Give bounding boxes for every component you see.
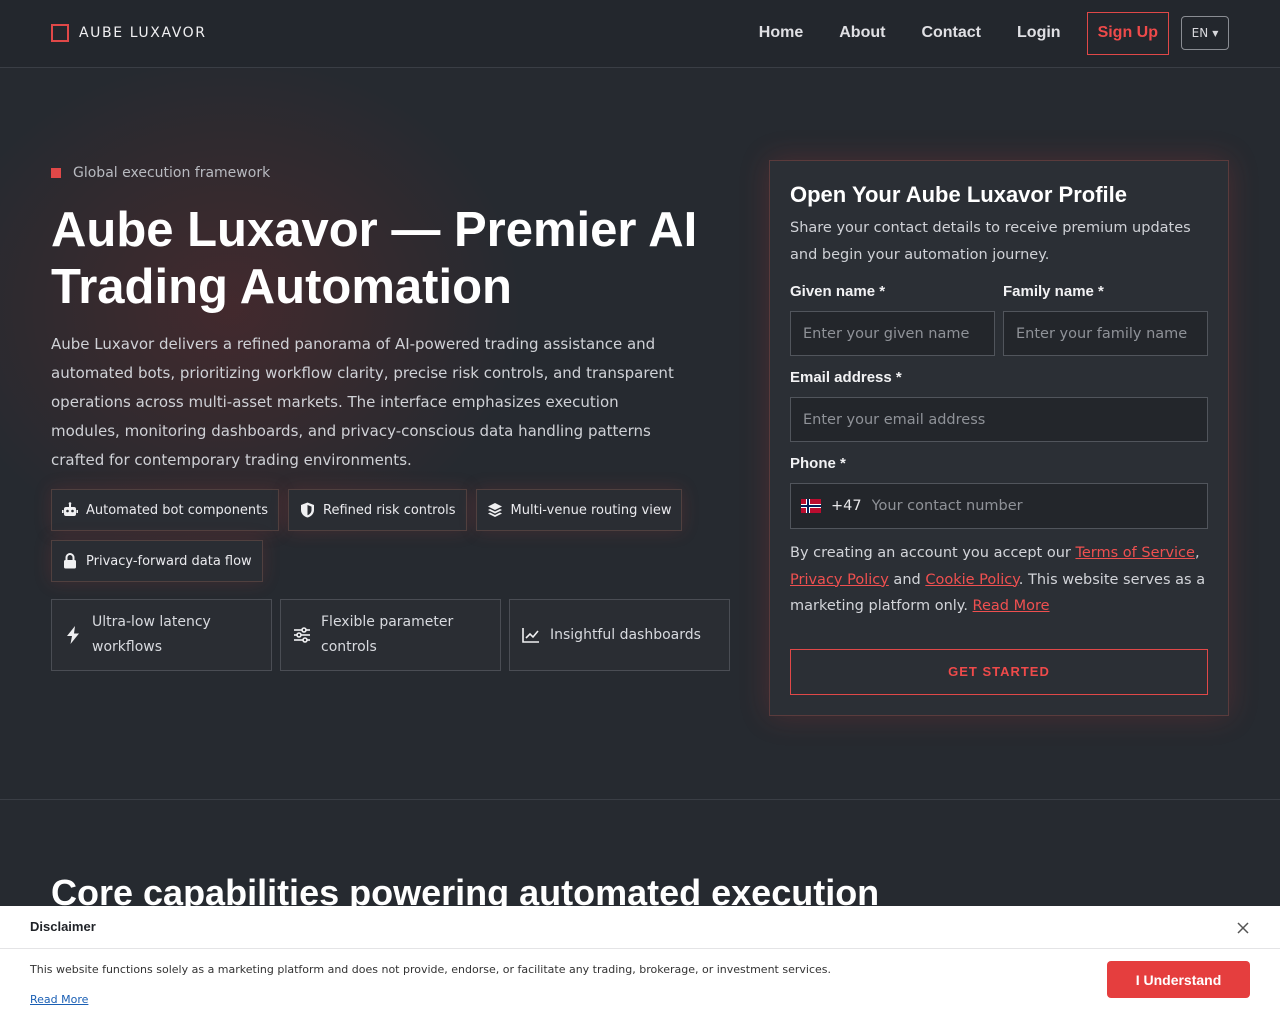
feature-parameters: Flexible parameter controls [280, 599, 501, 671]
hero-description: Aube Luxavor delivers a refined panorama… [51, 335, 674, 469]
disclaimer-title: Disclaimer [30, 919, 96, 934]
language-selector[interactable]: EN ▼ [1181, 16, 1229, 50]
feature-latency: Ultra-low latency workflows [51, 599, 272, 671]
name-row: Given name * Family name * [790, 283, 1208, 356]
given-name-label: Given name * [790, 283, 886, 300]
chip-risk-controls: Refined risk controls [288, 489, 467, 531]
nav-contact[interactable]: Contact [921, 24, 981, 42]
phone-field: +47 [790, 483, 1208, 529]
chip-label: Multi-venue routing view [510, 502, 672, 518]
form-subtitle: Share your contact details to receive pr… [790, 220, 1191, 263]
main-nav: Home About Contact Login Sign Up EN ▼ [759, 11, 1229, 55]
lightning-icon [64, 626, 82, 644]
privacy-link[interactable]: Privacy Policy [790, 572, 889, 588]
feature-label: Flexible parameter controls [321, 614, 454, 655]
chip-privacy: Privacy-forward data flow [51, 540, 263, 582]
given-name-input[interactable] [790, 311, 995, 356]
phone-group: Phone * +47 [790, 455, 1208, 529]
hero-title: Aube Luxavor — Premier AI Trading Automa… [51, 203, 698, 314]
family-name-group: Family name * [1003, 283, 1208, 356]
language-label: EN [1191, 26, 1209, 40]
feature-label: Ultra-low latency workflows [92, 614, 211, 655]
understand-button[interactable]: I Understand [1107, 961, 1250, 998]
consent-and: and [888, 571, 926, 588]
read-more-link[interactable]: Read More [973, 598, 1050, 614]
nav-login[interactable]: Login [1017, 24, 1061, 42]
email-input[interactable] [790, 397, 1208, 442]
caret-down-icon: ▼ [1212, 28, 1219, 38]
disclaimer-text: This website functions solely as a marke… [30, 963, 831, 976]
signup-button[interactable]: Sign Up [1086, 11, 1169, 55]
norway-flag-icon[interactable] [801, 499, 821, 513]
cookie-link[interactable]: Cookie Policy [925, 572, 1018, 588]
given-name-group: Given name * [790, 283, 995, 356]
phone-input[interactable] [871, 484, 1207, 528]
family-name-input[interactable] [1003, 311, 1208, 356]
site-header: AUBE LUXAVOR Home About Contact Login Si… [0, 0, 1280, 68]
line-chart-icon [522, 626, 540, 644]
chip-routing-view: Multi-venue routing view [475, 489, 683, 531]
feature-dashboards: Insightful dashboards [509, 599, 730, 671]
feature-chips: Automated bot components Refined risk co… [51, 489, 731, 591]
terms-link[interactable]: Terms of Service [1075, 545, 1194, 561]
logo-square-icon [51, 24, 69, 42]
consent-comma: , [1194, 545, 1200, 561]
dial-code: +47 [831, 498, 862, 514]
eyebrow-square-icon [51, 168, 61, 178]
nav-about[interactable]: About [839, 24, 885, 42]
brand-logo[interactable]: AUBE LUXAVOR [51, 24, 207, 42]
chip-label: Refined risk controls [323, 502, 456, 518]
brand-name: AUBE LUXAVOR [79, 25, 207, 41]
lock-icon [62, 553, 78, 569]
close-icon[interactable] [1236, 920, 1250, 934]
family-name-label: Family name * [1003, 283, 1104, 300]
chip-automated-bots: Automated bot components [51, 489, 280, 531]
robot-icon [62, 502, 78, 518]
chip-label: Automated bot components [86, 502, 269, 518]
disclaimer-read-more-link[interactable]: Read More [30, 993, 88, 1006]
email-group: Email address * [790, 369, 1208, 442]
feature-label: Insightful dashboards [550, 626, 701, 643]
feature-cards: Ultra-low latency workflows Flexible par… [51, 599, 738, 671]
hero-section: Global execution framework Aube Luxavor … [0, 68, 1280, 800]
eyebrow-text: Global execution framework [73, 165, 271, 181]
disclaimer-header: Disclaimer [0, 906, 1280, 949]
phone-label: Phone * [790, 455, 846, 472]
sliders-icon [293, 626, 311, 644]
email-label: Email address * [790, 369, 902, 386]
signup-form-card: Open Your Aube Luxavor Profile Share you… [769, 160, 1229, 716]
layers-icon [487, 502, 503, 518]
chip-label: Privacy-forward data flow [86, 553, 252, 569]
disclaimer-banner: Disclaimer This website functions solely… [0, 906, 1280, 1024]
form-title: Open Your Aube Luxavor Profile [790, 182, 1127, 207]
eyebrow: Global execution framework [51, 165, 270, 181]
nav-home[interactable]: Home [759, 24, 803, 42]
consent-prefix: By creating an account you accept our [790, 545, 1076, 561]
get-started-button[interactable]: GET STARTED [790, 648, 1208, 695]
consent-text: By creating an account you accept our Te… [790, 540, 1208, 620]
shield-icon [299, 502, 315, 518]
